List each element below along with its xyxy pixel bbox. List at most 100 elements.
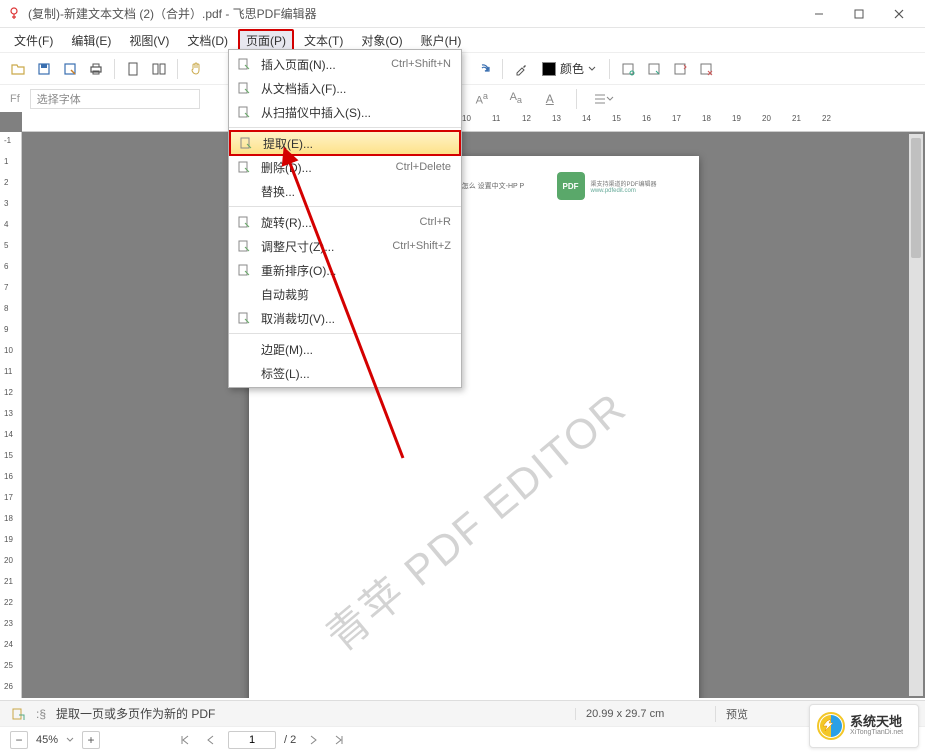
- menu-item-取消裁切V[interactable]: 取消裁切(V)...: [229, 306, 461, 330]
- font-selector[interactable]: 选择字体: [30, 89, 200, 109]
- line-spacing-button[interactable]: [591, 87, 615, 111]
- minimize-button[interactable]: [799, 0, 839, 28]
- zoom-in-button[interactable]: +: [82, 731, 100, 749]
- menu-item-label: 删除(D)...: [261, 159, 388, 176]
- format-toolbar: Ff 选择字体 Aa Aa A: [0, 84, 925, 112]
- menu-item-从扫描仪中插[interactable]: 从扫描仪中插入(S)...: [229, 100, 461, 124]
- menu-item-shortcut: Ctrl+Shift+Z: [392, 240, 451, 252]
- menu-item-自动裁剪[interactable]: 自动裁剪: [229, 282, 461, 306]
- tool-c-button[interactable]: [668, 57, 692, 81]
- first-page-button[interactable]: [176, 731, 194, 749]
- insert-page-icon: [235, 57, 253, 71]
- superscript-button[interactable]: Aa: [470, 87, 494, 111]
- menu-item-提取E[interactable]: 提取(E)...: [229, 130, 461, 156]
- menu-item-label: 重新排序(O)...: [261, 262, 443, 279]
- page-header-sub: www.pdfedit.com: [591, 188, 681, 194]
- maximize-button[interactable]: [839, 0, 879, 28]
- menu-item-shortcut: Ctrl+R: [420, 216, 451, 228]
- brand-logo-icon: [816, 711, 846, 741]
- menu-item-替换[interactable]: 替换...: [229, 179, 461, 203]
- color-label: 颜色: [560, 60, 584, 77]
- menu-item-label: 从扫描仪中插入(S)...: [261, 104, 443, 121]
- titlebar: (复制)-新建文本文档 (2)（合并）.pdf - 飞思PDF编辑器: [0, 0, 925, 28]
- open-button[interactable]: [6, 57, 30, 81]
- menubar: 文件(F) 编辑(E) 视图(V) 文档(D) 页面(P) 文本(T) 对象(O…: [0, 28, 925, 52]
- save-button[interactable]: [32, 57, 56, 81]
- insert-from-scanner-icon: [235, 105, 253, 119]
- page-number-input[interactable]: [228, 731, 276, 749]
- scrollbar-thumb[interactable]: [911, 138, 921, 258]
- pdf-badge-icon: PDF: [557, 172, 585, 200]
- menu-item-旋转R[interactable]: 旋转(R)...Ctrl+R: [229, 210, 461, 234]
- zoom-out-button[interactable]: −: [10, 731, 28, 749]
- menu-item-标签L[interactable]: 标签(L)...: [229, 361, 461, 385]
- menu-item-边距M[interactable]: 边距(M)...: [229, 337, 461, 361]
- status-bar: :§ 提取一页或多页作为新的 PDF 20.99 x 29.7 cm 预览: [0, 700, 925, 726]
- horizontal-ruler: 345678910111213141516171819202122: [22, 112, 925, 132]
- menu-item-label: 边距(M)...: [261, 341, 443, 358]
- chevron-down-icon[interactable]: [66, 736, 74, 744]
- page-mode-button[interactable]: [121, 57, 145, 81]
- app-icon: [6, 6, 22, 22]
- menu-item-label: 替换...: [261, 183, 443, 200]
- chevron-down-icon: [588, 65, 596, 73]
- menu-view[interactable]: 视图(V): [121, 29, 177, 52]
- color-swatch-icon: [542, 62, 556, 76]
- workspace: 345678910111213141516171819202122 -11234…: [0, 112, 925, 698]
- menu-item-label: 提取(E)...: [263, 135, 441, 152]
- spread-mode-button[interactable]: [147, 57, 171, 81]
- zoom-level[interactable]: 45%: [36, 734, 58, 746]
- status-icon: [10, 706, 26, 722]
- color-picker[interactable]: 颜色: [535, 57, 603, 81]
- main-toolbar: 颜色: [0, 52, 925, 84]
- menu-item-label: 插入页面(N)...: [261, 56, 383, 73]
- prev-page-button[interactable]: [202, 731, 220, 749]
- reorder-icon: [235, 263, 253, 277]
- tool-b-button[interactable]: [642, 57, 666, 81]
- chevron-down-icon: [606, 95, 613, 103]
- menu-item-shortcut: Ctrl+Shift+N: [391, 58, 451, 70]
- last-page-button[interactable]: [330, 731, 348, 749]
- vertical-scrollbar[interactable]: [909, 134, 923, 696]
- print-button[interactable]: [84, 57, 108, 81]
- zoom-page-bar: − 45% + / 2: [0, 726, 925, 752]
- save-as-button[interactable]: [58, 57, 82, 81]
- hand-tool-button[interactable]: [184, 57, 208, 81]
- subscript-button[interactable]: Aa: [504, 87, 528, 111]
- page-menu-dropdown: 插入页面(N)... Ctrl+Shift+N 从文档插入(F)... 从扫描仪中插入…: [228, 49, 462, 388]
- page-dimensions: 20.99 x 29.7 cm: [575, 708, 705, 720]
- redo-button[interactable]: [472, 57, 496, 81]
- menu-item-label: 调整尺寸(Z)...: [261, 238, 384, 255]
- menu-item-label: 取消裁切(V)...: [261, 310, 443, 327]
- window-title: (复制)-新建文本文档 (2)（合并）.pdf - 飞思PDF编辑器: [28, 5, 799, 22]
- rotate-icon: [235, 215, 253, 229]
- menu-item-从文档插入F[interactable]: 从文档插入(F)...: [229, 76, 461, 100]
- menu-item-label: 标签(L)...: [261, 365, 443, 382]
- menu-item-插入页面N[interactable]: 插入页面(N)... Ctrl+Shift+N: [229, 52, 461, 76]
- resize-icon: [235, 239, 253, 253]
- preview-label[interactable]: 预览: [715, 706, 795, 722]
- tool-d-button[interactable]: [694, 57, 718, 81]
- menu-item-调整尺寸Z[interactable]: 调整尺寸(Z)... Ctrl+Shift+Z: [229, 234, 461, 258]
- menu-file[interactable]: 文件(F): [6, 29, 61, 52]
- status-message: 提取一页或多页作为新的 PDF: [56, 705, 565, 722]
- delete-icon: [235, 160, 253, 174]
- menu-item-label: 从文档插入(F)...: [261, 80, 443, 97]
- font-prefix-icon: Ff: [10, 93, 20, 105]
- brand-badge: 系统天地 XiTongTianDi.net: [809, 704, 919, 748]
- menu-item-label: 自动裁剪: [261, 286, 443, 303]
- insert-from-doc-icon: [235, 81, 253, 95]
- tool-a-button[interactable]: [616, 57, 640, 81]
- eyedropper-button[interactable]: [509, 57, 533, 81]
- menu-edit[interactable]: 编辑(E): [63, 29, 119, 52]
- brand-url: XiTongTianDi.net: [850, 729, 903, 737]
- crop-cancel-icon: [235, 311, 253, 325]
- menu-item-重新排序O[interactable]: 重新排序(O)...: [229, 258, 461, 282]
- underline-button[interactable]: A: [538, 87, 562, 111]
- page-header: HP P1108 怎么 设置中文-HP P PDF 渠支持渠道的PDF编辑器 w…: [429, 172, 681, 200]
- menu-item-删除D[interactable]: 删除(D)...Ctrl+Delete: [229, 155, 461, 179]
- close-button[interactable]: [879, 0, 919, 28]
- canvas[interactable]: HP P1108 怎么 设置中文-HP P PDF 渠支持渠道的PDF编辑器 w…: [22, 132, 925, 698]
- vertical-ruler: -112345678910111213141516171819202122232…: [0, 132, 22, 698]
- next-page-button[interactable]: [304, 731, 322, 749]
